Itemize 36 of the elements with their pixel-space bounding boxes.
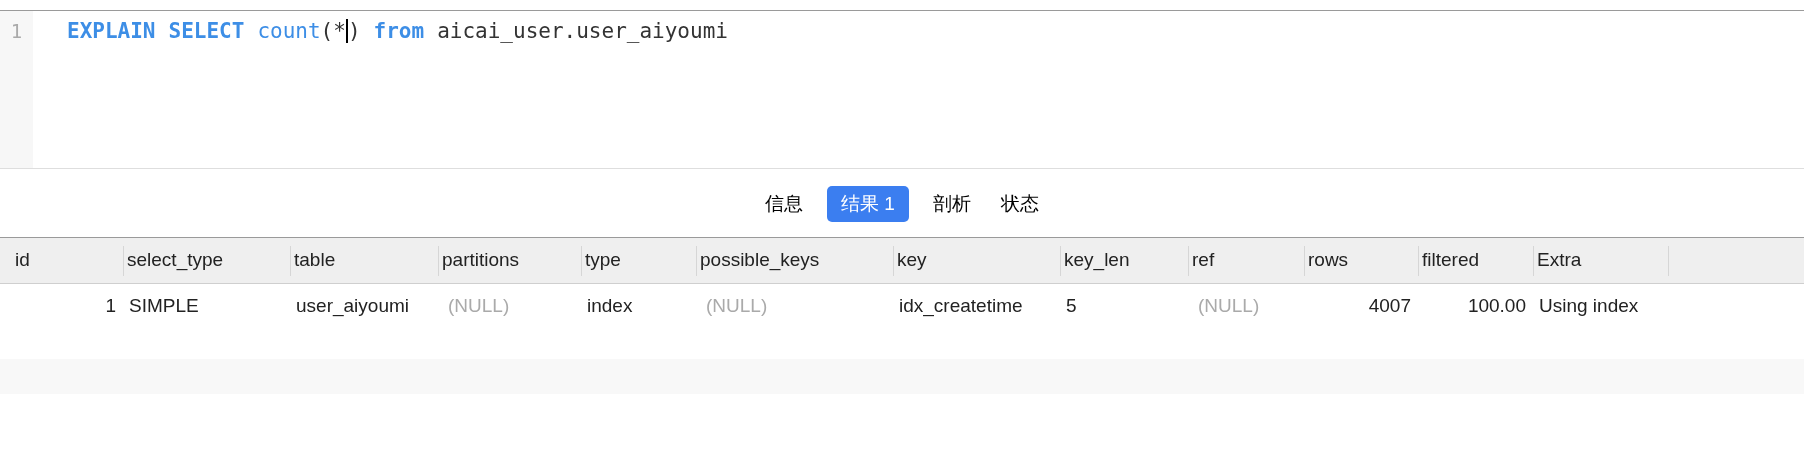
table-cell-text: index (587, 293, 633, 318)
tab[interactable]: 结果 1 (827, 186, 909, 222)
sql-function: count (257, 18, 321, 45)
sql-keyword: EXPLAIN (67, 18, 156, 45)
null-cell-text: (NULL) (705, 293, 768, 318)
tab[interactable]: 状态 (994, 186, 1045, 222)
column-header[interactable]: id (12, 246, 30, 275)
tab[interactable]: 信息 (759, 186, 810, 222)
column-header[interactable]: table (291, 246, 336, 275)
column-header[interactable]: key (894, 246, 927, 275)
table-cell-text: idx_createtime (899, 293, 1023, 319)
table-cell-text: 4007 (1368, 293, 1411, 318)
sql-keyword: SELECT (168, 18, 245, 45)
column-header[interactable]: Extra (1534, 246, 1582, 275)
sql-text: ) (347, 18, 361, 45)
column-header[interactable]: possible_keys (697, 246, 820, 275)
sql-keyword: from (373, 18, 425, 45)
table-cell-text: user_aiyoumi (296, 293, 409, 319)
table-cell-text: 5 (1066, 293, 1077, 318)
column-header[interactable]: partitions (439, 246, 520, 275)
column-header[interactable]: select_type (124, 246, 224, 275)
tab[interactable]: 剖析 (926, 186, 977, 222)
table-cell-text: 1 (105, 293, 116, 318)
sql-text: aicai_user.user_aiyoumi (437, 18, 728, 45)
table-cell-text: Using index (1539, 293, 1639, 318)
column-header[interactable]: key_len (1061, 246, 1130, 275)
null-cell-text: (NULL) (447, 293, 510, 318)
column-header[interactable]: rows (1305, 246, 1349, 275)
sql-text: (* (320, 18, 346, 45)
null-cell-text: (NULL) (1197, 293, 1260, 318)
table-cell-text: SIMPLE (129, 293, 199, 318)
table-cell-text: 100.00 (1467, 293, 1526, 318)
line-number: 1 (10, 19, 23, 44)
column-header[interactable]: ref (1189, 246, 1215, 275)
column-header[interactable]: type (582, 246, 621, 275)
column-header[interactable]: filtered (1419, 246, 1480, 275)
